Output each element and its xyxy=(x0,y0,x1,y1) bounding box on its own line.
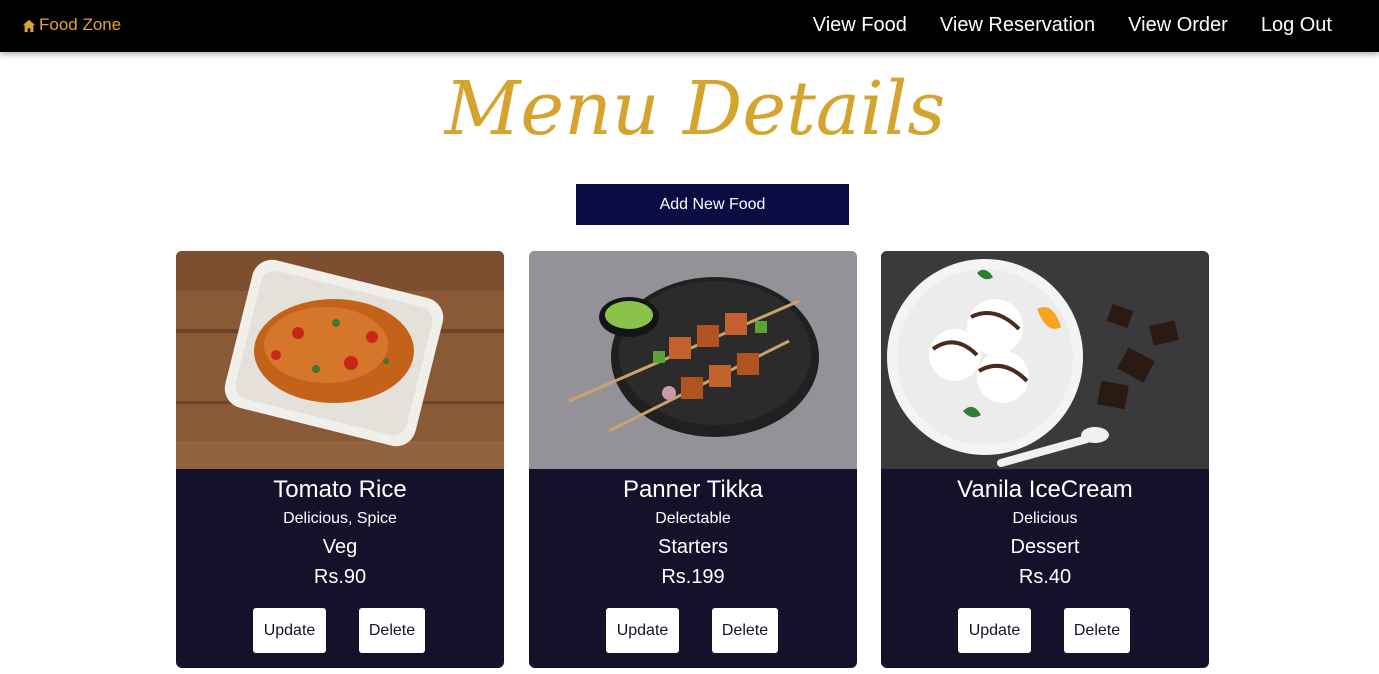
update-button[interactable]: Update xyxy=(253,608,326,653)
food-description: Delicious, Spice xyxy=(283,510,397,527)
delete-button[interactable]: Delete xyxy=(359,608,425,653)
food-price: Rs.199 xyxy=(661,566,725,588)
food-image-tomato-rice xyxy=(176,251,504,469)
delete-button[interactable]: Delete xyxy=(1064,608,1130,653)
nav-view-order[interactable]: View Order xyxy=(1128,14,1228,37)
update-button[interactable]: Update xyxy=(606,608,679,653)
brand-name: Food Zone xyxy=(39,15,122,34)
food-name: Tomato Rice xyxy=(273,476,407,503)
home-icon xyxy=(22,19,36,33)
food-description: Delicious xyxy=(1012,510,1078,527)
page-title: Menu Details xyxy=(444,66,946,152)
food-category: Veg xyxy=(322,536,358,558)
nav-log-out[interactable]: Log Out xyxy=(1261,14,1332,37)
nav-links: View Food View Reservation View Order Lo… xyxy=(813,14,1332,37)
food-name: Vanila IceCream xyxy=(957,476,1133,503)
nav-view-reservation[interactable]: View Reservation xyxy=(940,14,1095,37)
food-category: Starters xyxy=(657,536,729,558)
brand-link[interactable]: Food Zone xyxy=(22,15,121,35)
update-button[interactable]: Update xyxy=(958,608,1031,653)
add-new-food-button[interactable]: Add New Food xyxy=(576,184,849,225)
delete-button[interactable]: Delete xyxy=(712,608,778,653)
nav-view-food[interactable]: View Food xyxy=(813,14,907,37)
food-image-vanila-icecream xyxy=(881,251,1209,469)
food-category: Dessert xyxy=(1010,536,1080,558)
food-name: Panner Tikka xyxy=(622,476,764,503)
food-card-panner-tikka: Panner Tikka Delectable Starters Rs.199 … xyxy=(529,251,857,668)
food-description: Delectable xyxy=(655,510,731,527)
food-price: Rs.40 xyxy=(1018,566,1072,588)
food-card-tomato-rice: Tomato Rice Delicious, Spice Veg Rs.90 U… xyxy=(176,251,504,668)
navbar: Food Zone View Food View Reservation Vie… xyxy=(0,0,1379,52)
food-price: Rs.90 xyxy=(313,566,367,588)
food-image-panner-tikka xyxy=(529,251,857,469)
food-card-vanila-icecream: Vanila IceCream Delicious Dessert Rs.40 … xyxy=(881,251,1209,668)
